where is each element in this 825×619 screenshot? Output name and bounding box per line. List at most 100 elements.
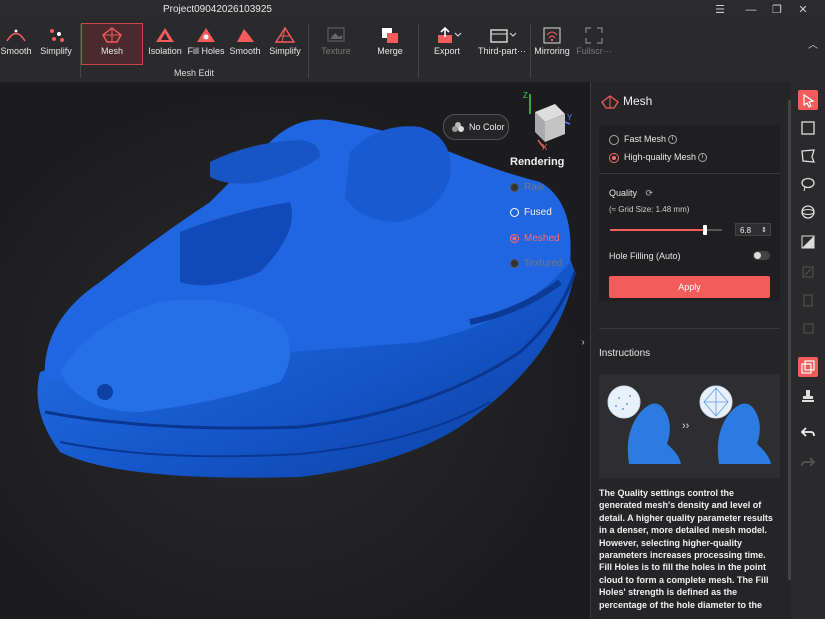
invert-select-tool[interactable] xyxy=(798,232,818,252)
radio-dot xyxy=(510,233,519,243)
quality-label: Quality ⟳ xyxy=(609,188,654,198)
rendering-option-meshed[interactable]: Meshed xyxy=(510,233,560,244)
bust-before-after-image: ›› xyxy=(607,385,771,464)
pointer-select-tool[interactable] xyxy=(798,90,818,110)
radio-dot xyxy=(510,182,519,192)
axis-label-z: Z xyxy=(523,92,528,100)
redo-button[interactable] xyxy=(798,452,818,472)
no-color-button[interactable]: No Color xyxy=(443,114,509,140)
smooth-icon xyxy=(6,29,26,42)
rect-select-tool[interactable] xyxy=(798,118,818,138)
third-party-button[interactable]: Third-part··· xyxy=(475,24,529,68)
rendering-option-fused[interactable]: Fused xyxy=(510,207,552,218)
info-icon[interactable]: i xyxy=(668,135,678,145)
plane-cut-tool[interactable] xyxy=(798,386,818,406)
simplify-mesh-icon xyxy=(274,26,296,43)
mesh-settings-box: Fast Mesh i High-quality Mesh i Quality ⟳ … xyxy=(599,125,780,301)
toolbar: Smooth Simplify Mesh Isolation Fill Hole… xyxy=(0,20,825,82)
jet-ski-mesh-model xyxy=(37,119,577,478)
sphere-icon xyxy=(801,205,815,219)
mesh-button[interactable]: Mesh xyxy=(81,23,143,65)
divider xyxy=(599,328,780,329)
fill-holes-button[interactable]: Fill Holes xyxy=(184,24,228,68)
copy-icon xyxy=(803,323,814,334)
hole-filling-toggle[interactable] xyxy=(753,251,770,260)
rendering-title: Rendering xyxy=(510,156,565,168)
grid-size-text: (≈ Grid Size: 1.48 mm) xyxy=(609,205,690,214)
collapse-panel-icon[interactable]: › xyxy=(577,337,589,357)
edit-icon xyxy=(802,266,814,278)
quality-slider-handle[interactable] xyxy=(703,225,708,235)
invert-selection-icon xyxy=(801,235,815,249)
fullscreen-button[interactable]: Fullscr··· xyxy=(572,24,616,68)
crop-tool[interactable] xyxy=(798,357,818,377)
simplify-mesh-button[interactable]: Simplify xyxy=(263,24,307,68)
texture-icon xyxy=(327,27,345,42)
3d-viewport[interactable]: Y X Z No Color Rendering Raw Fused Meshe… xyxy=(0,82,590,619)
toggle-knob xyxy=(754,252,761,259)
svg-text:››: ›› xyxy=(682,420,690,432)
disabled-tool-3[interactable] xyxy=(798,318,818,338)
refresh-icon[interactable]: ⟳ xyxy=(646,188,654,198)
undo-icon xyxy=(800,427,815,437)
orientation-cube[interactable]: Y X Z xyxy=(520,92,580,152)
info-icon[interactable]: i xyxy=(698,153,708,163)
export-button[interactable]: Export xyxy=(425,24,469,68)
merge-icon xyxy=(382,28,398,43)
mesh-icon xyxy=(102,27,122,43)
isolation-button[interactable]: Isolation xyxy=(143,24,187,68)
quality-slider-fill xyxy=(610,229,706,231)
lasso-icon xyxy=(801,177,815,192)
polygon-select-tool[interactable] xyxy=(798,146,818,166)
color-circles-icon xyxy=(452,122,464,132)
mesh-edit-group-label: Mesh Edit xyxy=(173,68,215,78)
third-party-icon xyxy=(490,29,517,43)
toolbar-separator xyxy=(308,24,309,78)
quality-slider-track[interactable] xyxy=(610,225,722,235)
mesh-panel: Mesh Fast Mesh i High-quality Mesh i Quali… xyxy=(590,82,791,619)
title-bar: Project09042026103925 ☰ — ❐ ✕ xyxy=(0,0,825,20)
fill-holes-icon xyxy=(197,28,215,42)
restore-icon[interactable]: ❐ xyxy=(769,2,785,18)
toolbar-separator xyxy=(418,24,419,78)
sphere-select-tool[interactable] xyxy=(798,202,818,222)
texture-button[interactable]: Texture xyxy=(314,24,358,68)
radio-dot xyxy=(510,258,519,268)
fullscreen-icon xyxy=(585,27,603,44)
mirroring-button[interactable]: Mirroring xyxy=(530,24,574,68)
high-quality-mesh-radio[interactable]: High-quality Mesh i xyxy=(609,152,708,163)
disabled-tool-1[interactable] xyxy=(798,262,818,282)
disabled-tool-2[interactable] xyxy=(798,290,818,310)
close-icon[interactable]: ✕ xyxy=(795,2,811,18)
merge-button[interactable]: Merge xyxy=(368,24,412,68)
instructions-title: Instructions xyxy=(599,348,651,359)
mirroring-icon xyxy=(543,27,561,44)
lasso-select-tool[interactable] xyxy=(798,174,818,194)
selection-tools-column xyxy=(791,82,825,619)
radio-dot xyxy=(510,207,519,217)
simplify-button-left[interactable]: Simplify xyxy=(34,24,78,68)
overlap-icon xyxy=(801,360,815,374)
radio-circle xyxy=(609,134,619,145)
stepper-arrows-icon[interactable]: ⇕ xyxy=(761,224,767,237)
simplify-icon xyxy=(50,29,64,42)
polygon-icon xyxy=(801,149,815,163)
instructions-text: The Quality settings control the generat… xyxy=(599,488,773,610)
minimize-icon[interactable]: — xyxy=(743,2,759,18)
apply-button[interactable]: Apply xyxy=(609,276,770,298)
undo-button[interactable] xyxy=(798,422,818,442)
rendering-option-textured[interactable]: Textured xyxy=(510,258,562,269)
panel-title: Mesh xyxy=(601,94,652,109)
radio-circle xyxy=(609,152,619,163)
collapse-toolbar-icon[interactable]: ︿ xyxy=(805,38,821,54)
axis-label-y: Y xyxy=(567,113,573,122)
settings-sliders-icon[interactable]: ☰ xyxy=(712,2,728,18)
quality-value-stepper[interactable]: 6.8 ⇕ xyxy=(735,223,771,236)
rendering-option-raw[interactable]: Raw xyxy=(510,182,544,193)
divider xyxy=(599,173,780,174)
fast-mesh-radio[interactable]: Fast Mesh i xyxy=(609,134,678,145)
smooth-button[interactable]: Smooth xyxy=(223,24,267,68)
rectangle-icon xyxy=(801,121,815,135)
mesh-illustration: ›› xyxy=(599,374,780,478)
window-title: Project09042026103925 xyxy=(163,4,272,15)
